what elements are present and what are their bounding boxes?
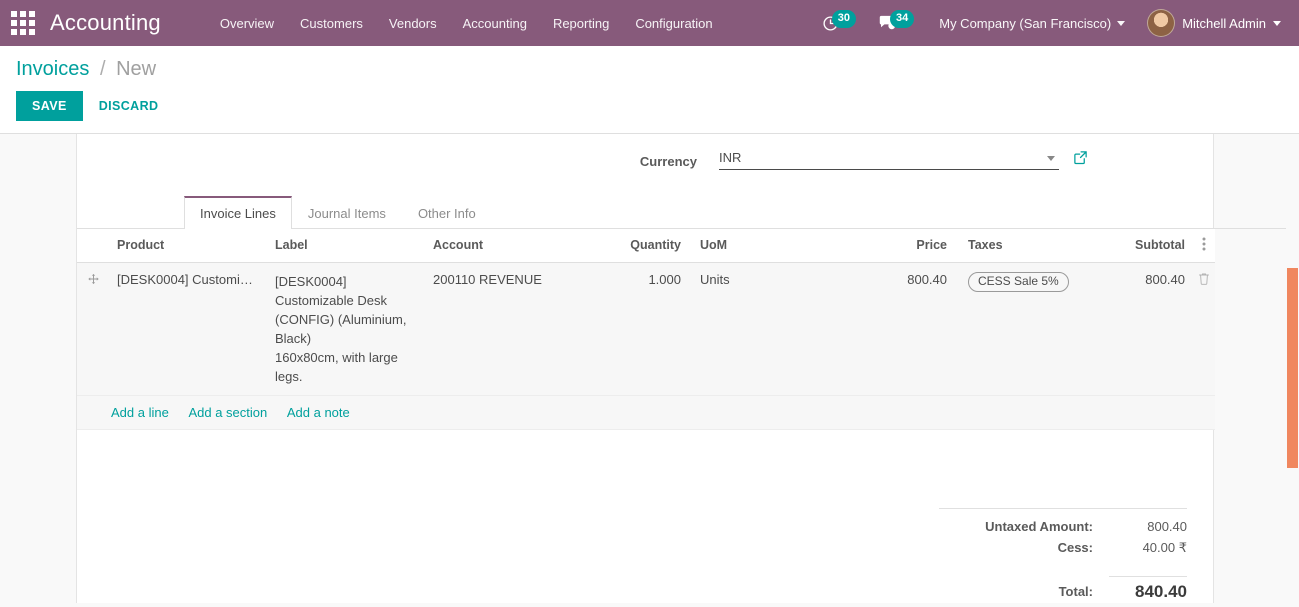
activities-count: 30 xyxy=(831,9,856,28)
vertical-ellipsis-icon xyxy=(1202,237,1206,251)
chevron-down-icon xyxy=(1273,20,1281,26)
cell-label[interactable]: [DESK0004] Customizable Desk (CONFIG) (A… xyxy=(267,262,425,396)
total-row: Total: 840.40 xyxy=(939,568,1187,603)
messages-count: 34 xyxy=(889,9,915,28)
apps-grid-icon[interactable] xyxy=(10,10,36,36)
table-header-row: Product Label Account Quantity UoM Price… xyxy=(77,229,1215,263)
cell-product[interactable]: [DESK0004] Customiza... xyxy=(109,262,267,396)
untaxed-amount-label: Untaxed Amount: xyxy=(985,519,1093,534)
cell-account[interactable]: 200110 REVENUE xyxy=(425,262,611,396)
form-sheet: Currency Invoice Lines Journal Items Oth… xyxy=(76,134,1299,603)
breadcrumb-invoices[interactable]: Invoices xyxy=(16,58,89,80)
cess-value: 40.00 ₹ xyxy=(1142,540,1187,555)
add-a-note-button[interactable]: Add a note xyxy=(287,405,350,420)
user-name: Mitchell Admin xyxy=(1182,15,1266,31)
user-menu[interactable]: Mitchell Admin xyxy=(1137,9,1285,37)
company-switcher[interactable]: My Company (San Francisco) xyxy=(925,16,1137,31)
totals-block: Untaxed Amount: 800.40 Cess: 40.00 ₹ Tot… xyxy=(939,508,1187,603)
cell-taxes[interactable]: CESS Sale 5% xyxy=(955,262,1107,396)
table-header: Product Label Account Quantity UoM Price… xyxy=(77,229,1215,263)
currency-input[interactable] xyxy=(719,148,1059,170)
column-account[interactable]: Account xyxy=(425,229,611,263)
column-product[interactable]: Product xyxy=(109,229,267,263)
main-menu: Overview Customers Vendors Accounting Re… xyxy=(207,3,726,44)
column-handle xyxy=(77,229,109,263)
untaxed-amount-row: Untaxed Amount: 800.40 xyxy=(939,516,1187,537)
table-row[interactable]: [DESK0004] Customiza... [DESK0004] Custo… xyxy=(77,262,1215,396)
untaxed-amount-value: 800.40 xyxy=(1147,519,1187,534)
cess-row: Cess: 40.00 ₹ xyxy=(939,537,1187,559)
content-area: Currency Invoice Lines Journal Items Oth… xyxy=(0,134,1299,603)
optional-columns-toggle[interactable] xyxy=(1193,229,1215,263)
avatar xyxy=(1147,9,1176,37)
app-brand-title[interactable]: Accounting xyxy=(50,10,161,36)
tab-journal-items[interactable]: Journal Items xyxy=(292,196,402,229)
table-body: [DESK0004] Customiza... [DESK0004] Custo… xyxy=(77,262,1215,430)
column-quantity[interactable]: Quantity xyxy=(611,229,689,263)
breadcrumb: Invoices / New xyxy=(16,56,1283,82)
row-drag-handle[interactable] xyxy=(77,262,109,396)
menu-item-customers[interactable]: Customers xyxy=(287,3,376,44)
column-uom[interactable]: UoM xyxy=(689,229,779,263)
delete-row-button[interactable] xyxy=(1193,262,1215,396)
messages-menu[interactable]: 34 xyxy=(867,0,925,46)
menu-item-configuration[interactable]: Configuration xyxy=(622,3,725,44)
chevron-down-icon[interactable] xyxy=(1047,156,1055,161)
menu-item-reporting[interactable]: Reporting xyxy=(540,3,622,44)
currency-field-box xyxy=(719,148,1059,170)
totals-area: Untaxed Amount: 800.40 Cess: 40.00 ₹ Tot… xyxy=(77,430,1213,603)
notebook-tabs: Invoice Lines Journal Items Other Info xyxy=(77,196,1299,229)
currency-field-row: Currency xyxy=(77,134,1213,196)
total-value: 840.40 xyxy=(1109,576,1187,602)
cess-label: Cess: xyxy=(1057,540,1093,555)
navbar-systray: 30 34 My Company (San Francisco) Mitchel… xyxy=(811,0,1285,46)
tax-badge: CESS Sale 5% xyxy=(968,272,1069,293)
drag-handle-icon xyxy=(87,273,99,285)
top-navbar: Accounting Overview Customers Vendors Ac… xyxy=(0,0,1299,46)
column-label[interactable]: Label xyxy=(267,229,425,263)
total-label: Total: xyxy=(1058,584,1093,599)
save-button[interactable]: SAVE xyxy=(16,91,83,121)
tab-invoice-lines[interactable]: Invoice Lines xyxy=(184,196,292,229)
cell-price[interactable]: 800.40 xyxy=(779,262,955,396)
add-controls-row: Add a line Add a section Add a note xyxy=(77,395,1215,430)
invoice-lines-table: Product Label Account Quantity UoM Price… xyxy=(77,229,1215,430)
menu-item-overview[interactable]: Overview xyxy=(207,3,287,44)
column-price[interactable]: Price xyxy=(779,229,955,263)
company-name: My Company (San Francisco) xyxy=(939,15,1112,31)
record-actions: SAVE DISCARD xyxy=(16,91,1283,121)
discard-button[interactable]: DISCARD xyxy=(83,91,175,121)
currency-label: Currency xyxy=(639,154,697,169)
add-controls-cell: Add a line Add a section Add a note xyxy=(77,395,1215,430)
column-taxes[interactable]: Taxes xyxy=(955,229,1107,263)
breadcrumb-separator: / xyxy=(99,58,106,80)
control-panel: Invoices / New SAVE DISCARD xyxy=(0,46,1299,134)
add-a-line-button[interactable]: Add a line xyxy=(111,405,169,420)
activities-menu[interactable]: 30 xyxy=(811,0,867,46)
column-subtotal[interactable]: Subtotal xyxy=(1107,229,1193,263)
cell-quantity[interactable]: 1.000 xyxy=(611,262,689,396)
breadcrumb-current: New xyxy=(116,58,157,80)
cell-uom[interactable]: Units xyxy=(689,262,779,396)
external-link-icon[interactable] xyxy=(1073,148,1088,168)
tab-other-info[interactable]: Other Info xyxy=(402,196,492,229)
chevron-down-icon xyxy=(1117,20,1126,26)
menu-item-accounting[interactable]: Accounting xyxy=(450,3,540,44)
scrollbar-thumb[interactable] xyxy=(1287,268,1298,468)
vertical-scrollbar[interactable] xyxy=(1286,134,1299,603)
add-a-section-button[interactable]: Add a section xyxy=(188,405,267,420)
menu-item-vendors[interactable]: Vendors xyxy=(376,3,450,44)
trash-icon xyxy=(1199,273,1209,285)
cell-subtotal: 800.40 xyxy=(1107,262,1193,396)
